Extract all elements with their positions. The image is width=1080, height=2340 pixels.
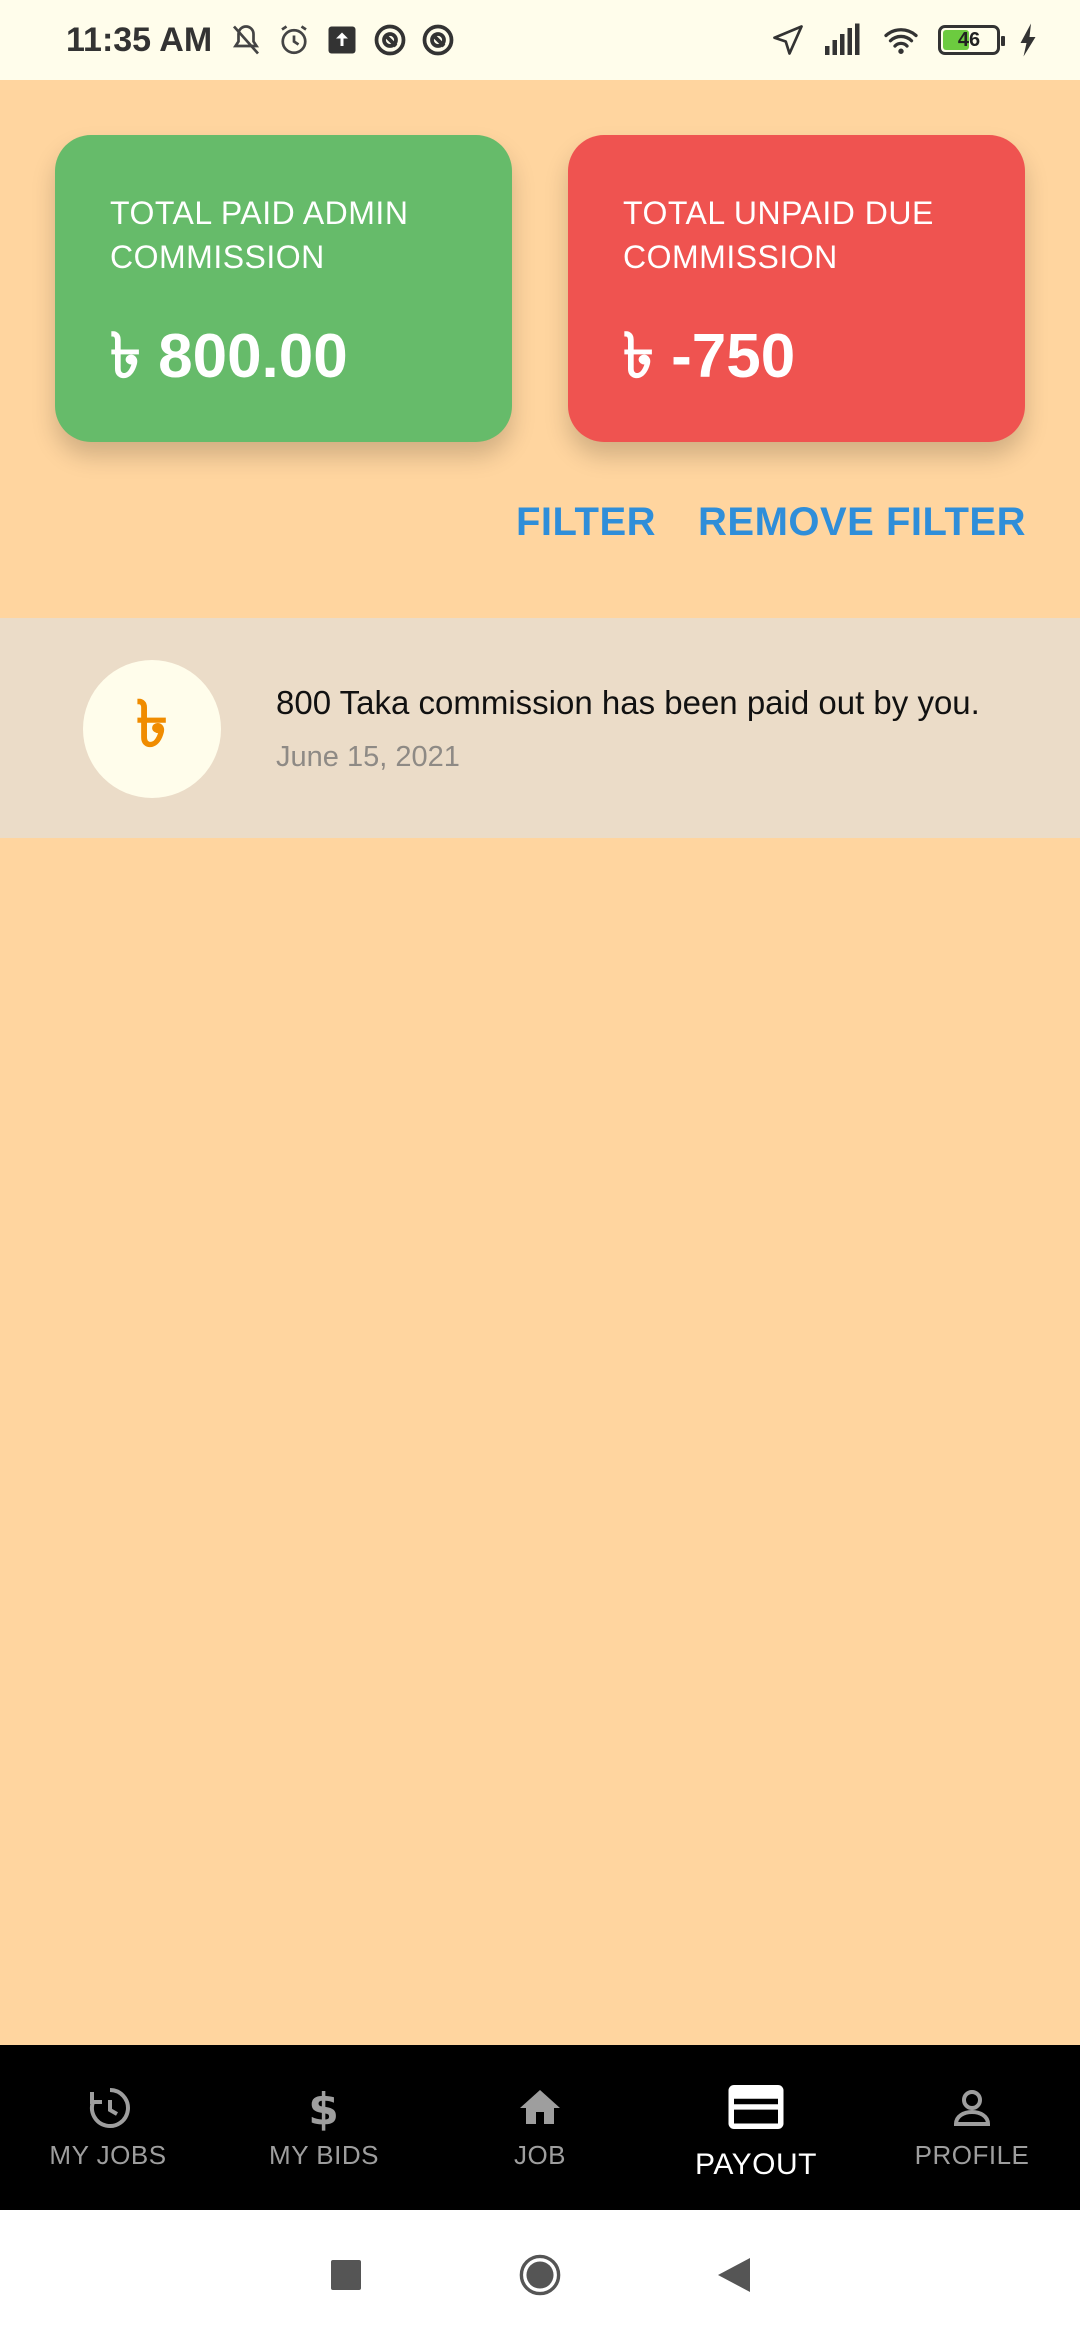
bottom-nav: MY JOBS $ MY BIDS JOB PAYOUT PROFILE bbox=[0, 2045, 1080, 2210]
nav-item-profile[interactable]: PROFILE bbox=[864, 2045, 1080, 2210]
app-icon bbox=[374, 24, 406, 56]
wifi-icon bbox=[884, 28, 918, 54]
unpaid-commission-label: TOTAL UNPAID DUE COMMISSION bbox=[623, 195, 934, 275]
battery-level: 46 bbox=[957, 28, 981, 51]
unpaid-commission-value: ৳ -750 bbox=[623, 322, 796, 391]
unpaid-commission-card: TOTAL UNPAID DUE COMMISSION ৳ -750 bbox=[568, 135, 1025, 442]
paid-commission-label: TOTAL PAID ADMIN COMMISSION bbox=[110, 195, 409, 275]
nav-label: PROFILE bbox=[914, 2140, 1030, 2170]
back-button[interactable] bbox=[712, 2253, 756, 2297]
signal-icon bbox=[825, 23, 860, 55]
nav-item-job[interactable]: JOB bbox=[432, 2045, 648, 2210]
remove-filter-button[interactable]: REMOVE FILTER bbox=[698, 500, 1026, 545]
nav-item-my-jobs[interactable]: MY JOBS bbox=[0, 2045, 216, 2210]
paid-commission-card: TOTAL PAID ADMIN COMMISSION ৳ 800.00 bbox=[55, 135, 512, 442]
circle-icon bbox=[519, 2254, 561, 2296]
app-icon bbox=[422, 24, 454, 56]
list-item[interactable]: ৳ 800 Taka commission has been paid out … bbox=[0, 618, 1080, 838]
taka-icon: ৳ bbox=[83, 660, 221, 798]
nav-label: MY BIDS bbox=[269, 2140, 379, 2170]
history-icon bbox=[89, 2088, 130, 2128]
transaction-title: 800 Taka commission has been paid out by… bbox=[276, 684, 980, 721]
status-time: 11:35 AM bbox=[66, 20, 213, 59]
upload-icon bbox=[328, 26, 356, 54]
dollar-icon: $ bbox=[308, 2084, 340, 2132]
nav-item-my-bids[interactable]: $ MY BIDS bbox=[216, 2045, 432, 2210]
filter-button[interactable]: FILTER bbox=[516, 500, 656, 545]
nav-item-payout[interactable]: PAYOUT bbox=[648, 2045, 864, 2210]
system-nav bbox=[0, 2210, 1080, 2340]
card-icon bbox=[728, 2084, 784, 2129]
status-bar: 11:35 AM 46 bbox=[0, 0, 1080, 80]
square-icon bbox=[331, 2260, 361, 2290]
transaction-date: June 15, 2021 bbox=[276, 741, 460, 773]
home-icon bbox=[520, 2090, 560, 2124]
back-triangle-icon bbox=[718, 2258, 750, 2292]
svg-text:$: $ bbox=[308, 2084, 340, 2132]
nav-label: PAYOUT bbox=[695, 2147, 817, 2181]
mute-icon bbox=[233, 25, 260, 55]
charging-icon bbox=[1020, 23, 1036, 57]
paid-commission-value: ৳ 800.00 bbox=[110, 322, 348, 391]
nav-label: MY JOBS bbox=[49, 2140, 167, 2170]
alarm-icon bbox=[281, 25, 307, 55]
recents-button[interactable] bbox=[324, 2253, 368, 2297]
battery-icon: 46 bbox=[938, 25, 1005, 55]
nav-label: JOB bbox=[513, 2140, 567, 2170]
home-button[interactable] bbox=[518, 2253, 562, 2297]
location-icon bbox=[773, 25, 803, 55]
person-icon bbox=[953, 2090, 991, 2126]
